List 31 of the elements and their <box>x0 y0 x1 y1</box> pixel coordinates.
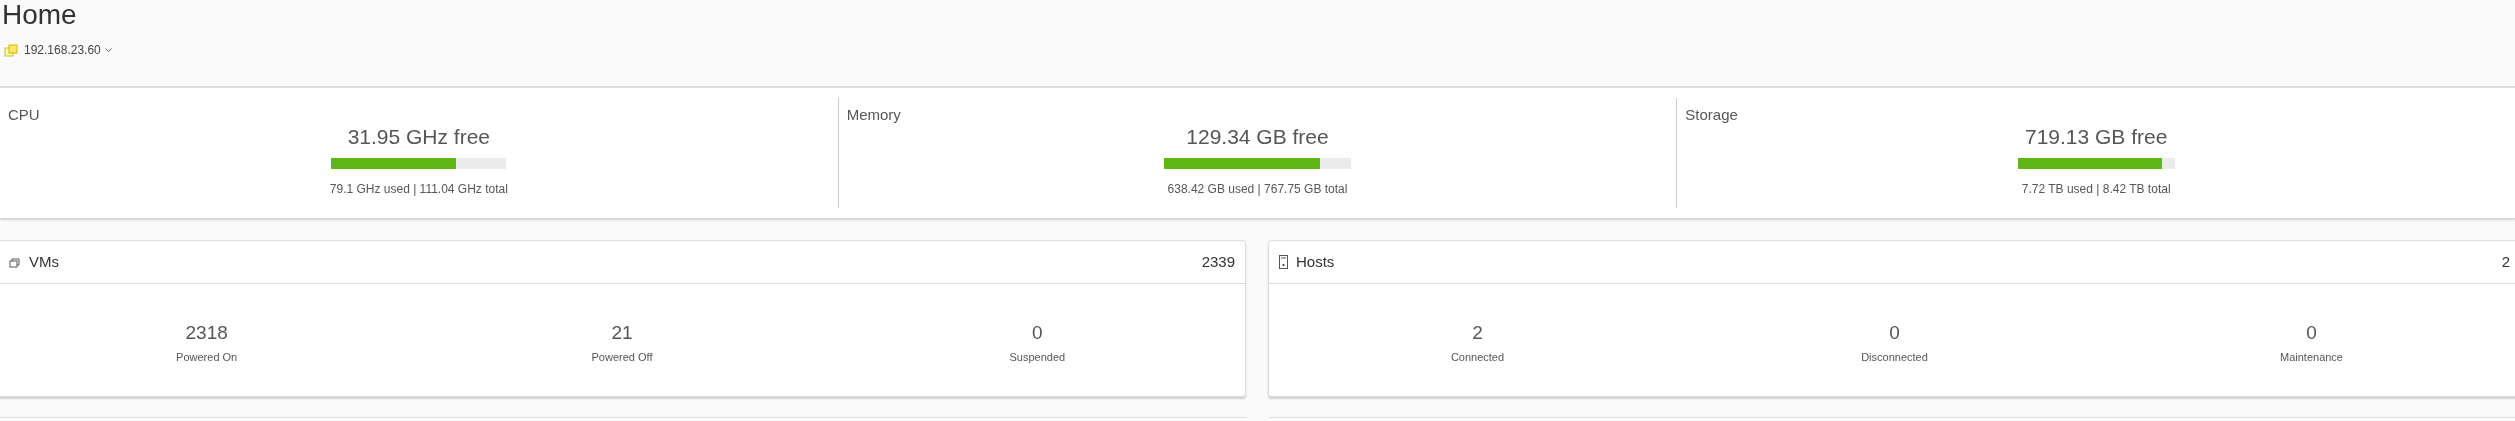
stat-value: 2318 <box>184 321 229 345</box>
stat-value: 21 <box>610 321 634 345</box>
usage-detail: 79.1 GHz used | 111.04 GHz total <box>328 181 509 198</box>
resource-name: Storage <box>1685 105 1739 125</box>
stat-value: 2 <box>1471 321 1484 345</box>
stat-label: Suspended <box>1008 349 1067 365</box>
host-dropdown[interactable]: 192.168.23.60 <box>24 41 112 59</box>
stat-value: 0 <box>2305 321 2318 345</box>
stat-label: Disconnected <box>1860 349 1929 365</box>
usage-detail: 7.72 TB used | 8.42 TB total <box>2020 181 2172 198</box>
free-amount: 719.13 GB free <box>2023 123 2169 150</box>
stat-label: Powered Off <box>590 349 654 365</box>
server-stack-icon <box>4 43 18 57</box>
card-title: Hosts <box>1296 251 1335 272</box>
page-title: Home <box>2 0 77 31</box>
usage-detail: 638.42 GB used | 767.75 GB total <box>1166 181 1349 198</box>
stat-label: Maintenance <box>2279 349 2344 365</box>
resource-name: Memory <box>846 105 902 125</box>
stat-value: 0 <box>1888 321 1901 345</box>
free-amount: 31.95 GHz free <box>346 123 492 150</box>
stat-label: Powered On <box>175 349 239 365</box>
server-icon <box>1279 255 1288 269</box>
resource-name: CPU <box>8 105 41 125</box>
total-count: 2 <box>2501 251 2510 272</box>
vm-stack-icon <box>9 256 21 268</box>
total-count: 2339 <box>1201 251 1235 272</box>
card-title: VMs <box>29 251 59 272</box>
free-amount: 129.34 GB free <box>1185 123 1330 150</box>
stat-label: Connected <box>1449 349 1506 365</box>
chevron-down-icon <box>104 47 112 53</box>
stat-value: 0 <box>1031 321 1044 345</box>
